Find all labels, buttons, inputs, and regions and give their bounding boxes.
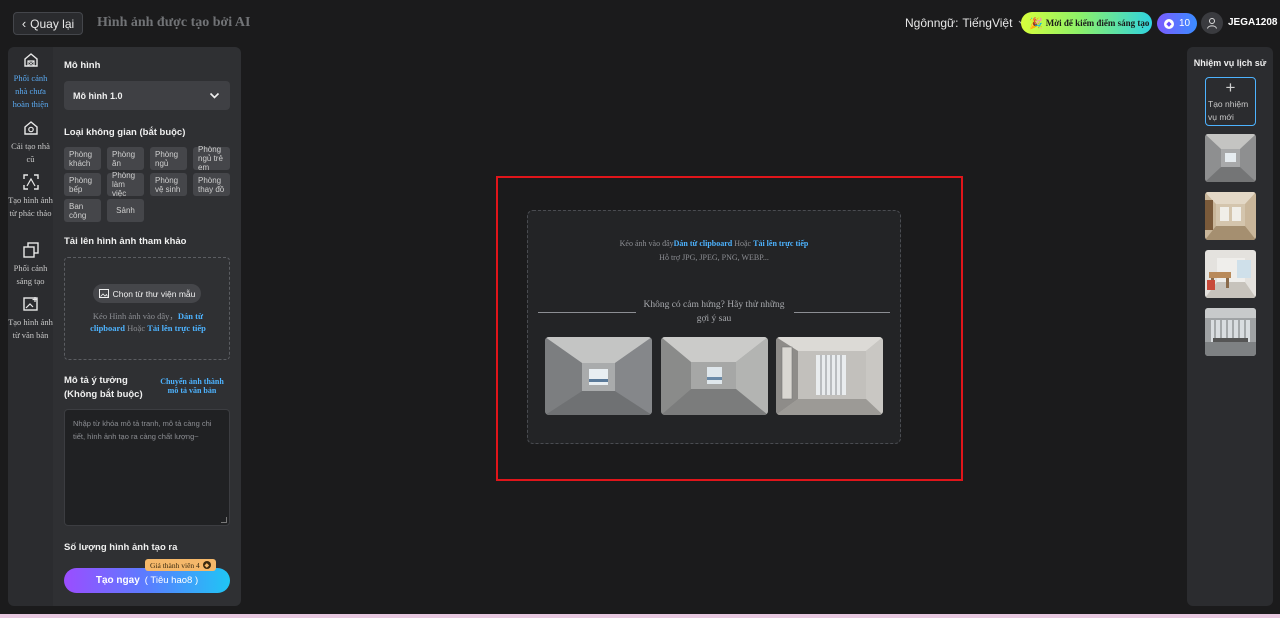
nav-item-creative[interactable]: Phối cảnh sáng tạo xyxy=(8,242,53,288)
room-photo-2 xyxy=(661,337,768,415)
member-price-label: Giá thành viên 4 xyxy=(150,560,200,570)
space-chip-dressing-room[interactable]: Phòng thay đồ xyxy=(193,173,230,196)
model-select[interactable]: Mô hình 1.0 xyxy=(64,81,230,110)
member-price-badge: Giá thành viên 4 ◆ xyxy=(145,559,216,571)
generate-button[interactable]: Tạo ngay ( Tiêu hao8 ) xyxy=(64,568,230,593)
history-thumbnail[interactable] xyxy=(1205,134,1256,182)
points-value: 10 xyxy=(1178,18,1191,29)
language-label: Ngônngữ: xyxy=(905,16,959,30)
history-sidebar: Nhiệm vụ lịch sử + Tạo nhiệm vụ mới xyxy=(1187,47,1273,606)
choose-template-button[interactable]: Chọn từ thư viện mẫu xyxy=(93,284,201,303)
sample-image[interactable] xyxy=(545,337,652,415)
nav-label: Phối cảnh nhà chưa hoàn thiện xyxy=(12,73,49,109)
dropzone-hint-or: Hoặc xyxy=(732,239,754,248)
sketch-to-image-icon xyxy=(22,174,39,190)
room-photo-3 xyxy=(776,337,883,415)
history-image-2 xyxy=(1205,192,1256,240)
space-chip-lobby[interactable]: Sảnh xyxy=(107,199,144,222)
supported-formats: Hỗ trợ JPG, JPEG, PNG, WEBP... xyxy=(659,253,769,262)
house-frame-icon xyxy=(23,53,38,67)
tool-sidebar: Phối cảnh nhà chưa hoàn thiện Cải tạo nh… xyxy=(8,47,53,606)
history-image-1 xyxy=(1205,134,1256,182)
history-thumbnail[interactable] xyxy=(1205,192,1256,240)
description-title: Mô tả ý tưởng (Không bắt buộc) xyxy=(64,375,143,400)
nav-label: Phối cảnh sáng tạo xyxy=(13,263,48,286)
user-icon xyxy=(1207,18,1217,29)
space-chip-kitchen[interactable]: Phòng bếp xyxy=(64,173,101,196)
generate-cost: ( Tiêu hao8 ) xyxy=(144,575,199,586)
image-icon xyxy=(98,289,109,298)
page-title: Hình ảnh được tạo bởi AI xyxy=(97,15,251,30)
party-popper-icon: 🎉 xyxy=(1029,17,1043,30)
history-image-3 xyxy=(1205,250,1256,298)
plus-icon: + xyxy=(1225,78,1236,97)
settings-panel: Mô hình Mô hình 1.0 Loại không gian (bắt… xyxy=(53,47,241,606)
divider-right xyxy=(794,312,890,313)
house-renovate-icon xyxy=(23,121,38,135)
paste-clipboard-link[interactable]: Dán từ clipboard xyxy=(674,239,733,248)
username[interactable]: JEGA1208 xyxy=(1228,17,1277,28)
language-selector[interactable]: Ngônngữ: TiếngViệt xyxy=(905,16,1027,30)
space-chip-bathroom[interactable]: Phòng vệ sinh xyxy=(150,173,187,196)
user-avatar[interactable] xyxy=(1201,12,1223,34)
model-select-value: Mô hình 1.0 xyxy=(73,90,123,101)
upload-title: Tải lên hình ảnh tham khảo xyxy=(64,236,187,247)
points-badge[interactable]: ◆ 10 xyxy=(1157,13,1197,34)
promo-label: Mời để kiếm điểm sáng tạo xyxy=(1045,18,1150,28)
space-chip-living-room[interactable]: Phòng khách xyxy=(64,147,101,170)
nav-item-sketch[interactable]: Tạo hình ảnh từ phác thảo xyxy=(8,174,53,220)
history-thumbnail[interactable] xyxy=(1205,250,1256,298)
invite-promo-button[interactable]: 🎉 Mời để kiếm điểm sáng tạo xyxy=(1021,12,1152,34)
nav-item-renovate[interactable]: Cải tạo nhà cũ xyxy=(8,120,53,166)
chevron-down-icon xyxy=(209,92,220,99)
back-button-label: Quay lại xyxy=(30,16,75,31)
top-bar: ‹ Quay lại Hình ảnh được tạo bởi AI Ngôn… xyxy=(0,0,1280,46)
back-button[interactable]: ‹ Quay lại xyxy=(13,12,83,35)
history-image-4 xyxy=(1205,308,1256,356)
new-task-button[interactable]: + Tạo nhiệm vụ mới xyxy=(1205,77,1256,126)
model-section-title: Mô hình xyxy=(64,60,101,71)
room-photo-1 xyxy=(545,337,652,415)
dropzone-hint-text: Kéo ảnh vào đây xyxy=(619,239,674,248)
history-thumbnail[interactable] xyxy=(1205,308,1256,356)
reference-upload-area[interactable]: Chọn từ thư viện mẫu Kéo Hình ảnh vào đâ… xyxy=(64,257,230,360)
description-input[interactable]: Nhập từ khóa mô tả tranh, mô tả càng chi… xyxy=(64,409,230,526)
text-to-image-icon xyxy=(22,297,38,311)
image-dropzone[interactable]: Kéo ảnh vào đâyDán từ clipboard Hoặc Tải… xyxy=(527,210,901,444)
chevron-left-icon: ‹ xyxy=(21,16,27,31)
sample-image[interactable] xyxy=(661,337,768,415)
nav-label: Tạo hình ảnh từ văn bản xyxy=(8,317,53,340)
upload-hint-text: Kéo Hình ảnh vào đây， xyxy=(92,311,178,321)
image-to-text-link[interactable]: Chuyển ảnh thành mô tả văn bản xyxy=(156,377,228,395)
space-type-title: Loại không gian (bắt buộc) xyxy=(64,127,186,138)
space-chip-bedroom[interactable]: Phòng ngủ xyxy=(150,147,187,170)
space-chip-kids-bedroom[interactable]: Phòng ngủ trẻ em xyxy=(193,145,230,172)
language-value: TiếngViệt xyxy=(962,16,1013,30)
direct-upload-link[interactable]: Tải lên trực tiếp xyxy=(147,323,206,333)
history-title: Nhiệm vụ lịch sử xyxy=(1193,58,1267,68)
coin-icon: ◆ xyxy=(202,561,211,569)
image-count-title: Số lượng hình ảnh tạo ra xyxy=(64,542,178,553)
nav-label: Cải tạo nhà cũ xyxy=(11,141,50,164)
inspiration-label: Không có cảm hứng? Hãy thử những gợi ý s… xyxy=(643,300,785,324)
space-chip-study[interactable]: Phòng làm việc xyxy=(107,171,144,198)
space-chip-balcony[interactable]: Ban công xyxy=(64,199,101,222)
dropzone-hint: Kéo ảnh vào đâyDán từ clipboard Hoặc Tải… xyxy=(528,239,900,248)
generate-label: Tạo ngay xyxy=(95,575,140,586)
nav-label: Tạo hình ảnh từ phác thảo xyxy=(8,195,53,218)
bottom-edge-bar xyxy=(0,614,1280,618)
choose-template-label: Chọn từ thư viện mẫu xyxy=(112,288,196,299)
new-task-label: Tạo nhiệm vụ mới xyxy=(1208,99,1249,122)
coin-icon: ◆ xyxy=(1163,18,1174,29)
description-placeholder: Nhập từ khóa mô tả tranh, mô tả càng chi… xyxy=(73,419,212,441)
direct-upload-link[interactable]: Tải lên trực tiếp xyxy=(753,239,808,248)
upload-hint-or: Hoặc xyxy=(125,323,148,333)
space-chip-dining-room[interactable]: Phòng ăn xyxy=(107,147,144,170)
nav-item-unfinished-house[interactable]: Phối cảnh nhà chưa hoàn thiện xyxy=(8,52,53,111)
sample-image[interactable] xyxy=(776,337,883,415)
creative-layers-icon xyxy=(22,242,39,258)
nav-item-text-to-image[interactable]: Tạo hình ảnh từ văn bản xyxy=(8,296,53,342)
upload-hint: Kéo Hình ảnh vào đây，Dán từ clipboard Ho… xyxy=(77,310,219,334)
resize-handle[interactable] xyxy=(221,517,227,523)
